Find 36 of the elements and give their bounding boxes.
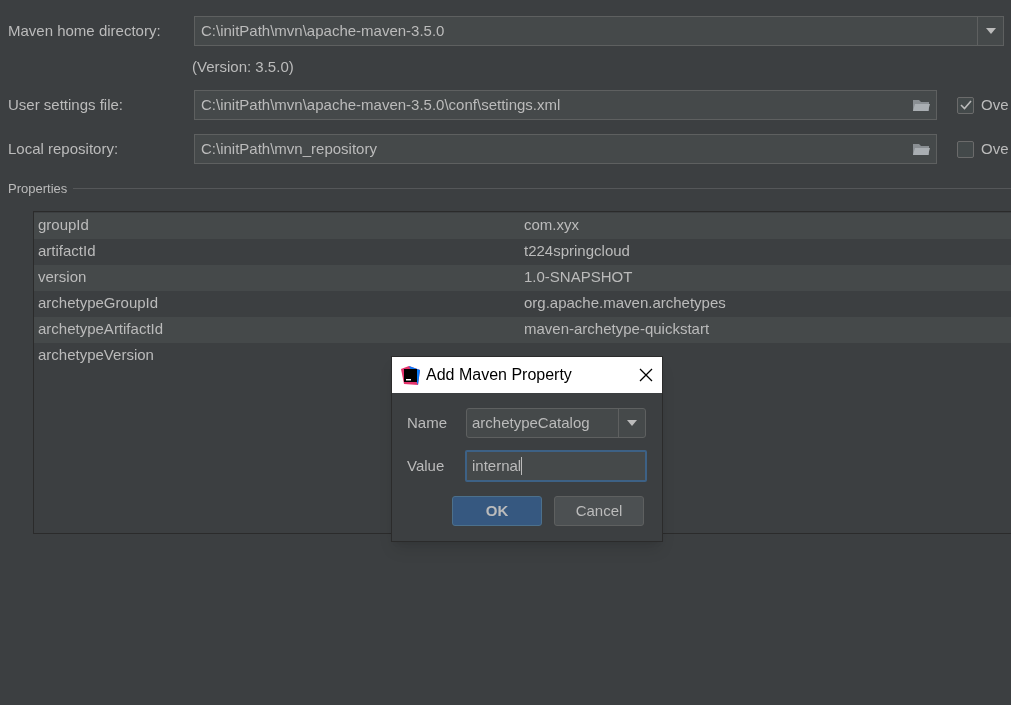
table-cell-text: maven-archetype-quickstart [524, 319, 710, 340]
field-label: Name [407, 412, 448, 433]
app-logo-icon [401, 365, 420, 385]
maven-home-dropdown[interactable]: C:\initPath\mvn\apache-maven-3.5.0 [194, 16, 1004, 46]
caret-icon [985, 28, 996, 34]
table-cell-text: archetypeArtifactId [37, 319, 165, 340]
version-text: (Version: 3.5.0) [192, 58, 294, 75]
value-field[interactable]: internal [465, 450, 647, 482]
field-label: Value [407, 455, 446, 476]
override-checkbox[interactable] [957, 140, 974, 158]
override-label: Ove [981, 94, 1009, 115]
table-cell-text: archetypeGroupId [37, 293, 160, 314]
caret-icon [627, 420, 637, 426]
folder-icon[interactable] [912, 98, 930, 112]
table-cell-text: t224springcloud [524, 241, 630, 262]
table-cell-text: version [37, 267, 88, 288]
table-cell-text: groupId [37, 215, 90, 236]
close-icon[interactable] [639, 368, 653, 382]
table-cell-text: artifactId [37, 241, 97, 262]
table-cell-text: com.xyx [524, 215, 579, 236]
override-checkbox[interactable] [957, 96, 974, 114]
ok-button[interactable]: OK [452, 496, 542, 526]
field-label: Local repository: [8, 138, 120, 159]
dialog-title: Add Maven Property [426, 365, 573, 385]
cancel-button[interactable]: Cancel [554, 496, 644, 526]
name-dropdown[interactable]: archetypeCatalog [466, 408, 646, 438]
path-field[interactable]: C:\initPath\mvn\apache-maven-3.5.0\conf\settings.xml [194, 90, 937, 120]
field-label: Maven home directory: [8, 20, 162, 41]
table-cell-text: org.apache.maven.archetypes [524, 293, 726, 314]
section-title: Properties [8, 180, 68, 198]
table-cell-text: archetypeVersion [37, 345, 155, 366]
path-field[interactable]: C:\initPath\mvn_repository [194, 134, 937, 164]
override-label: Ove [981, 138, 1009, 159]
folder-icon[interactable] [912, 142, 930, 156]
table-cell-text: 1.0-SNAPSHOT [524, 267, 633, 288]
field-label: User settings file: [8, 94, 125, 115]
